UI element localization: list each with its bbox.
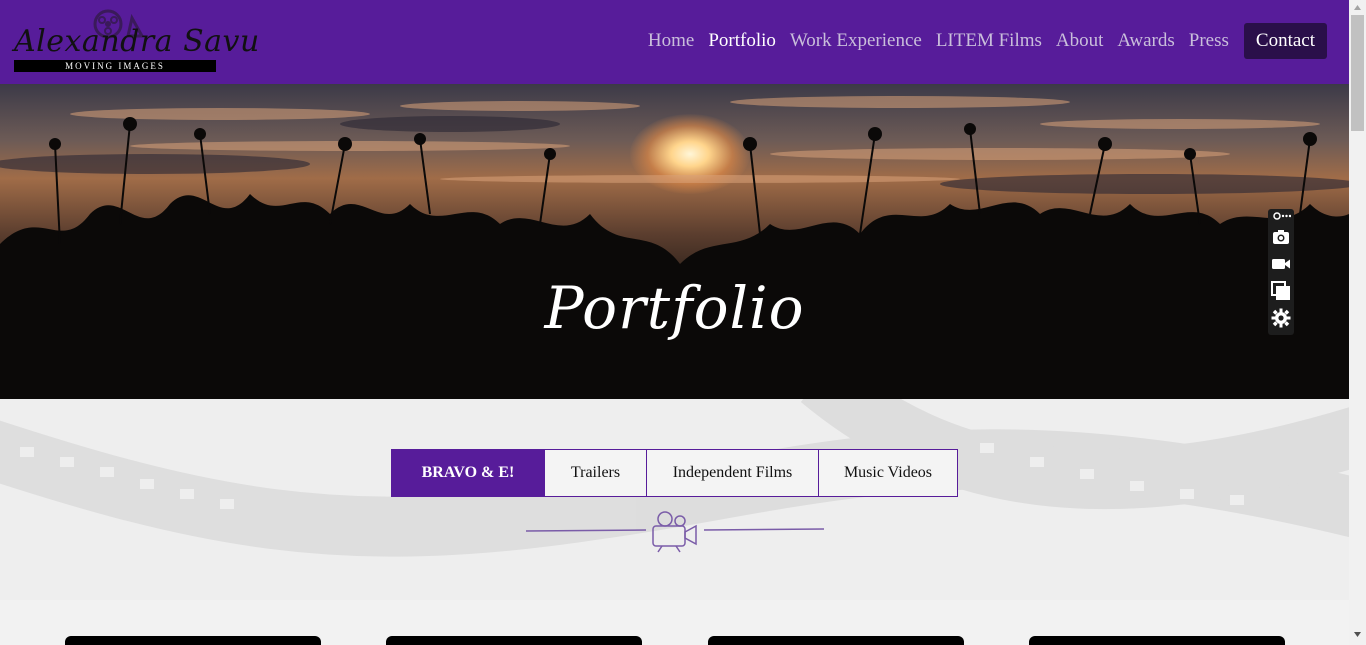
portfolio-card[interactable] bbox=[1029, 636, 1285, 645]
screenshot-toolbar bbox=[1268, 209, 1294, 335]
main-nav: Home Portfolio Work Experience LITEM Fil… bbox=[634, 23, 1327, 59]
hero-sunset-image bbox=[0, 96, 1349, 399]
scroll-up-arrow-icon[interactable] bbox=[1353, 3, 1362, 12]
tab-music-videos[interactable]: Music Videos bbox=[818, 449, 958, 497]
nav-item-portfolio[interactable]: Portfolio bbox=[708, 23, 776, 59]
hero-banner: Portfolio bbox=[0, 84, 1349, 399]
contact-button[interactable]: Contact bbox=[1243, 23, 1327, 59]
video-icon[interactable] bbox=[1271, 254, 1291, 274]
portfolio-filter-section: BRAVO & E! Trailers Independent Films Mu… bbox=[0, 399, 1349, 600]
scroll-down-arrow-icon[interactable] bbox=[1353, 630, 1362, 639]
nav-item-press[interactable]: Press bbox=[1189, 23, 1229, 59]
tab-trailers[interactable]: Trailers bbox=[544, 449, 647, 497]
scrollbar-thumb[interactable] bbox=[1351, 15, 1364, 131]
logo-wordmark: Alexandra Savu bbox=[14, 24, 260, 59]
film-strip-background bbox=[0, 399, 1349, 557]
copy-icon[interactable] bbox=[1271, 281, 1291, 301]
portfolio-card[interactable] bbox=[708, 636, 964, 645]
nav-item-litem-films[interactable]: LITEM Films bbox=[936, 23, 1042, 59]
portfolio-filter-tabs: BRAVO & E! Trailers Independent Films Mu… bbox=[391, 449, 958, 497]
gear-icon[interactable] bbox=[1271, 308, 1291, 328]
camera-icon[interactable] bbox=[1271, 227, 1291, 247]
tab-independent-films[interactable]: Independent Films bbox=[646, 449, 819, 497]
site-logo[interactable]: Alexandra Savu MOVING IMAGES bbox=[14, 8, 260, 74]
portfolio-grid bbox=[0, 600, 1349, 645]
tab-bravo-e[interactable]: BRAVO & E! bbox=[391, 449, 545, 497]
nav-item-home[interactable]: Home bbox=[648, 23, 694, 59]
nav-item-work-experience[interactable]: Work Experience bbox=[790, 23, 922, 59]
top-navbar: Alexandra Savu MOVING IMAGES Home Portfo… bbox=[0, 0, 1349, 84]
camera-divider-icon bbox=[526, 511, 824, 553]
page-scrollbar[interactable] bbox=[1349, 0, 1366, 645]
logo-tagline: MOVING IMAGES bbox=[14, 60, 216, 72]
page-title: Portfolio bbox=[544, 274, 805, 342]
nav-item-about[interactable]: About bbox=[1056, 23, 1104, 59]
link-more-icon[interactable] bbox=[1271, 210, 1291, 222]
portfolio-card[interactable] bbox=[386, 636, 642, 645]
nav-item-awards[interactable]: Awards bbox=[1117, 23, 1174, 59]
portfolio-card[interactable] bbox=[65, 636, 321, 645]
